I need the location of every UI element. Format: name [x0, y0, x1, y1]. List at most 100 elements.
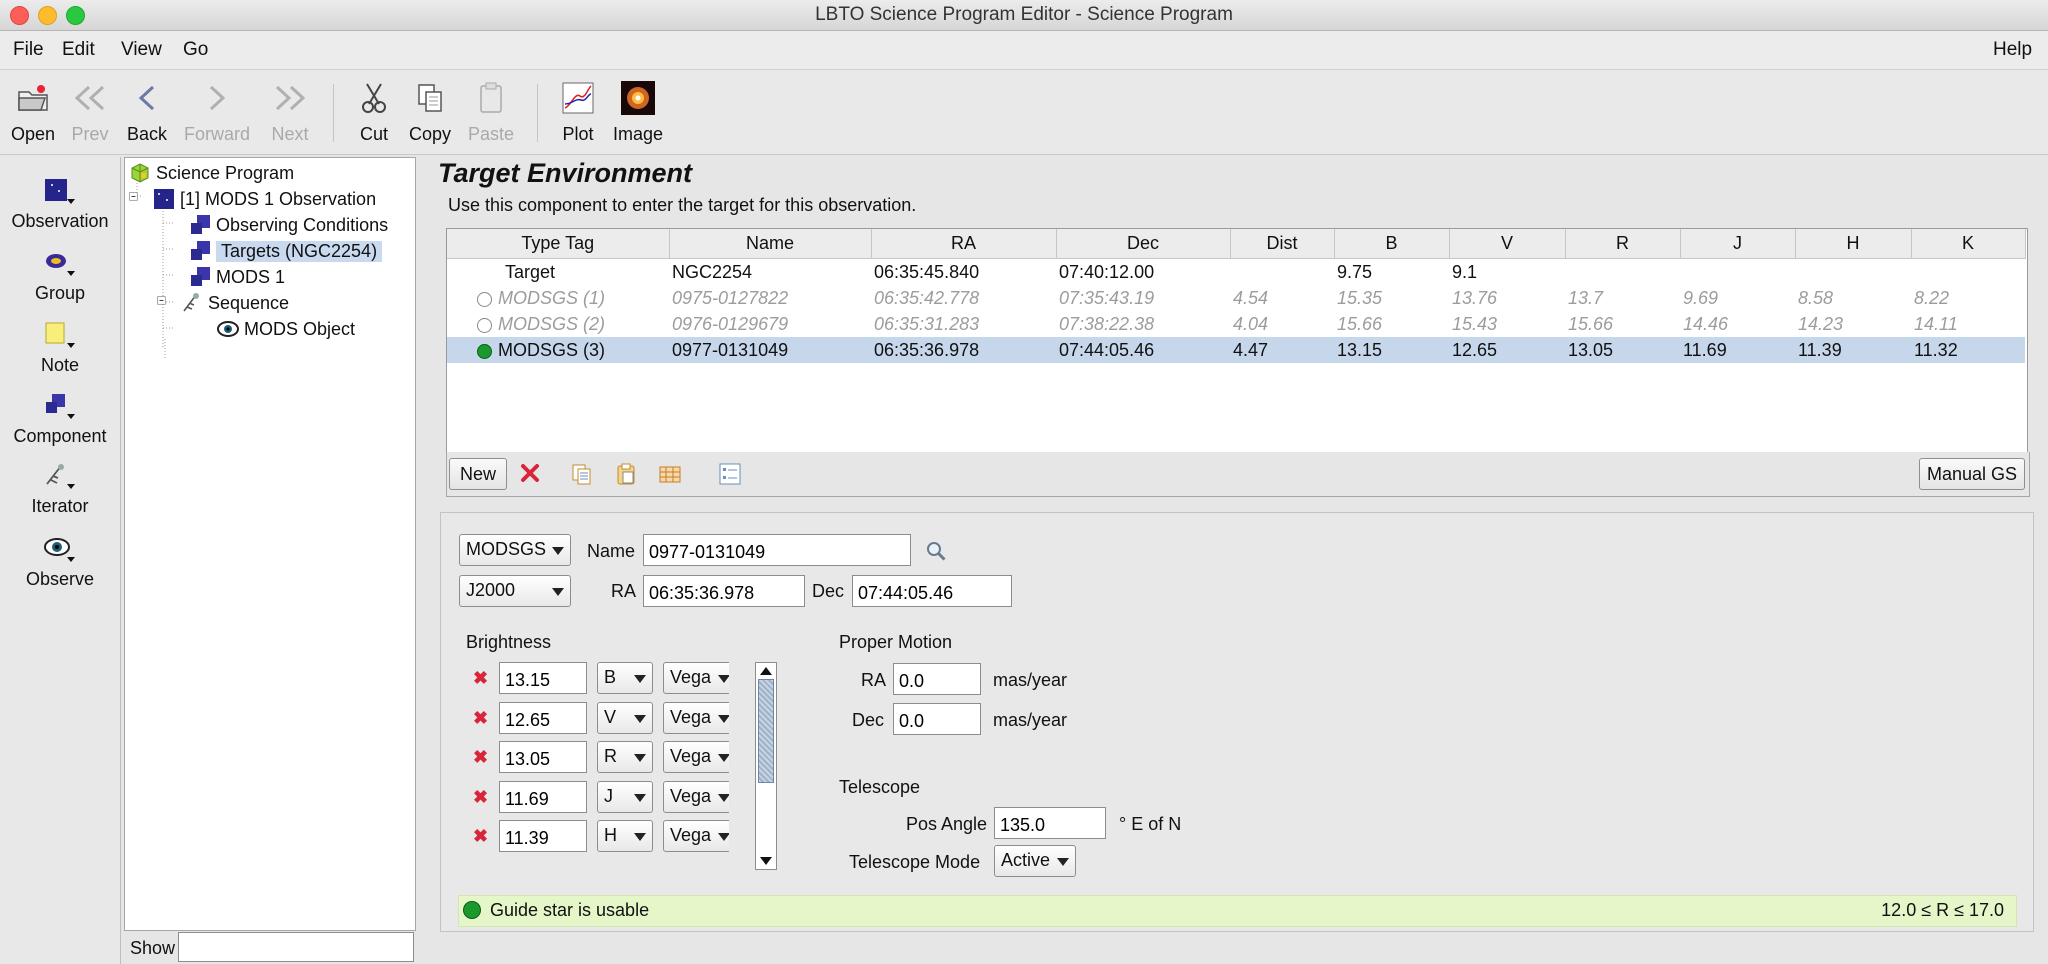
- remove-brightness-icon[interactable]: ✖: [473, 708, 488, 729]
- next-button[interactable]: Next: [255, 80, 325, 145]
- column-header[interactable]: J: [1680, 229, 1796, 259]
- palette-note-label: Note: [40, 355, 80, 375]
- double-chevron-right-icon: [255, 80, 325, 116]
- cell-v: 13.76: [1452, 287, 1498, 308]
- pm-ra-input[interactable]: [893, 663, 981, 695]
- paste-button[interactable]: Paste: [456, 80, 526, 145]
- guide-star-status: Guide star is usable 12.0 ≤ R ≤ 17.0: [458, 895, 2017, 927]
- column-header[interactable]: Name: [669, 229, 872, 259]
- system-select[interactable]: Vega: [663, 702, 729, 734]
- tree-node-science-program[interactable]: Science Program: [129, 160, 294, 186]
- system-select[interactable]: Vega: [663, 741, 729, 773]
- dec-input[interactable]: [852, 575, 1012, 607]
- epoch-select[interactable]: J2000: [459, 575, 571, 607]
- component-icon: [0, 390, 120, 424]
- collapse-toggle-icon[interactable]: [129, 192, 143, 206]
- guide-star-radio[interactable]: [477, 317, 492, 333]
- band-select[interactable]: J: [597, 781, 653, 813]
- forward-button[interactable]: Forward: [182, 80, 252, 145]
- band-select[interactable]: B: [597, 662, 653, 694]
- telescope-mode-select[interactable]: Active: [994, 845, 1076, 877]
- pm-dec-input[interactable]: [893, 703, 981, 735]
- new-target-button[interactable]: New: [449, 458, 507, 490]
- pm-ra-label: RA: [861, 670, 887, 690]
- image-button[interactable]: Image: [603, 80, 673, 145]
- magnitude-input[interactable]: [499, 820, 587, 852]
- column-header[interactable]: Dec: [1056, 229, 1231, 259]
- show-filter-input[interactable]: [178, 932, 414, 962]
- copy-button[interactable]: Copy: [395, 80, 465, 145]
- search-icon[interactable]: [925, 540, 947, 567]
- palette-iterator[interactable]: Iterator: [0, 460, 120, 517]
- guide-star-radio[interactable]: [477, 343, 492, 359]
- brightness-scrollbar[interactable]: [755, 662, 777, 870]
- column-header[interactable]: V: [1449, 229, 1566, 259]
- pos-angle-input[interactable]: [994, 807, 1106, 839]
- list-properties-icon[interactable]: [719, 463, 741, 490]
- tree-node-targets[interactable]: Targets (NGC2254): [189, 238, 383, 264]
- cell-j: [1680, 259, 1795, 286]
- target-name-input[interactable]: [643, 534, 911, 566]
- copy-target-icon[interactable]: [571, 463, 593, 490]
- magnitude-input[interactable]: [499, 662, 587, 694]
- system-select[interactable]: Vega: [663, 781, 729, 813]
- magnitude-input[interactable]: [499, 781, 587, 813]
- magnitude-input[interactable]: [499, 702, 587, 734]
- cell-ra: 06:35:42.778: [874, 287, 980, 308]
- column-header[interactable]: Type Tag: [447, 229, 670, 259]
- menu-edit[interactable]: Edit: [62, 39, 95, 61]
- system-select[interactable]: Vega: [663, 662, 729, 694]
- dropdown-arrow-icon: [552, 547, 564, 555]
- next-label: Next: [271, 124, 309, 144]
- tree-node-observation[interactable]: [1] MODS 1 Observation: [129, 186, 376, 212]
- table-button-bar: New Manual GS: [446, 452, 2030, 497]
- remove-brightness-icon[interactable]: ✖: [473, 787, 488, 808]
- column-header[interactable]: K: [1911, 229, 2026, 259]
- guide-star-radio[interactable]: [477, 291, 492, 307]
- grid-duplicate-icon[interactable]: [659, 463, 681, 490]
- remove-brightness-icon[interactable]: ✖: [473, 747, 488, 768]
- eye-icon: [0, 533, 120, 567]
- menu-go[interactable]: Go: [183, 39, 208, 61]
- palette-note[interactable]: Note: [0, 319, 120, 376]
- ra-input[interactable]: [643, 575, 805, 607]
- menu-file[interactable]: File: [13, 39, 44, 61]
- band-select[interactable]: H: [597, 820, 653, 852]
- name-label: Name: [587, 541, 636, 561]
- scroll-thumb[interactable]: [758, 679, 774, 783]
- scroll-up-icon[interactable]: [760, 667, 772, 675]
- palette-component[interactable]: Component: [0, 390, 120, 447]
- column-header[interactable]: H: [1795, 229, 1912, 259]
- column-header[interactable]: R: [1565, 229, 1681, 259]
- palette-group[interactable]: Group: [0, 247, 120, 304]
- remove-brightness-icon[interactable]: ✖: [473, 668, 488, 689]
- table-row[interactable]: MODSGS (1) 0975-0127822 06:35:42.778 07:…: [447, 285, 2025, 311]
- menu-view[interactable]: View: [121, 39, 162, 61]
- manual-gs-button[interactable]: Manual GS: [1919, 458, 2025, 490]
- remove-brightness-icon[interactable]: ✖: [473, 826, 488, 847]
- system-select[interactable]: Vega: [663, 820, 729, 852]
- copy-icon: [395, 80, 465, 116]
- target-type-select[interactable]: MODSGS: [459, 534, 571, 566]
- column-header[interactable]: Dist: [1230, 229, 1335, 259]
- tree-node-mods[interactable]: MODS 1: [189, 264, 285, 290]
- tree-node-mods-object[interactable]: MODS Object: [217, 316, 355, 342]
- column-header[interactable]: RA: [871, 229, 1057, 259]
- band-select[interactable]: V: [597, 702, 653, 734]
- collapse-toggle-icon[interactable]: [157, 296, 171, 310]
- paste-target-icon[interactable]: [615, 463, 637, 490]
- tree-node-observing-conditions[interactable]: Observing Conditions: [189, 212, 388, 238]
- table-row[interactable]: Target NGC2254 06:35:45.840 07:40:12.00 …: [447, 259, 2025, 286]
- table-row-selected[interactable]: MODSGS (3) 0977-0131049 06:35:36.978 07:…: [447, 337, 2025, 363]
- menu-help[interactable]: Help: [1993, 39, 2032, 61]
- scroll-down-icon[interactable]: [760, 857, 772, 865]
- tree-node-sequence[interactable]: Sequence: [157, 290, 289, 316]
- palette-observe[interactable]: Observe: [0, 533, 120, 590]
- table-row[interactable]: MODSGS (2) 0976-0129679 06:35:31.283 07:…: [447, 311, 2025, 337]
- column-header[interactable]: B: [1334, 229, 1450, 259]
- magnitude-input[interactable]: [499, 741, 587, 773]
- palette-observation[interactable]: Observation: [0, 175, 120, 232]
- band-select[interactable]: R: [597, 741, 653, 773]
- back-button[interactable]: Back: [112, 80, 182, 145]
- delete-icon[interactable]: [519, 462, 541, 489]
